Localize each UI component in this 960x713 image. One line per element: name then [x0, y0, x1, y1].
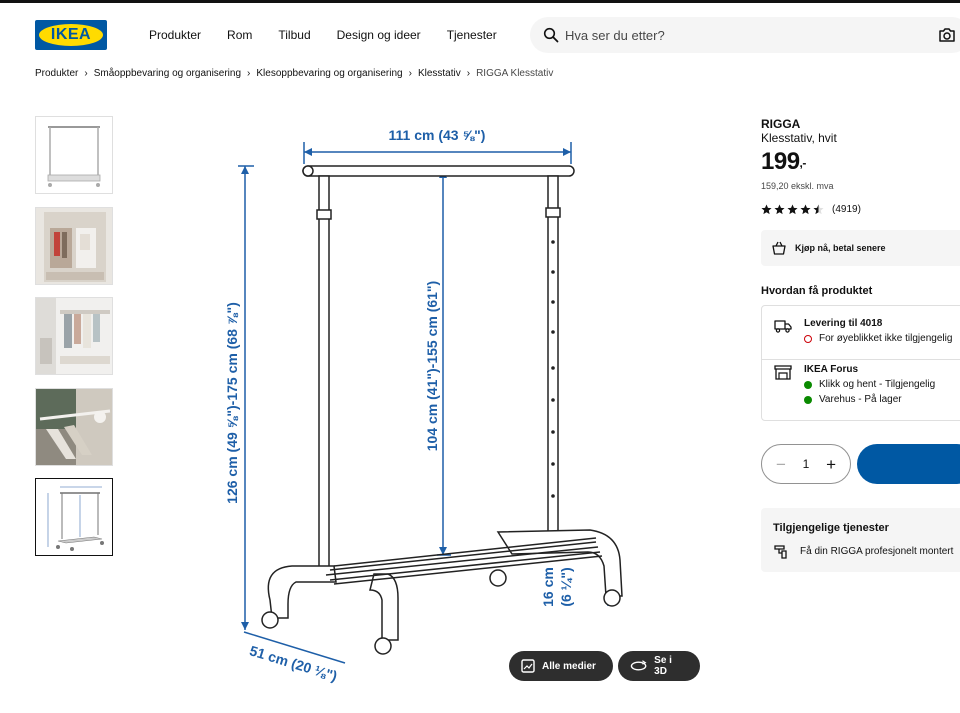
width-dimension-label: 111 cm (43 ⅝")	[389, 127, 486, 143]
quantity-value[interactable]: 1	[803, 457, 810, 471]
status-available-icon	[804, 395, 812, 404]
thumbnail-room-2[interactable]	[35, 297, 113, 375]
thumbnail-room-1[interactable]	[35, 207, 113, 285]
all-media-button[interactable]: Alle medier	[509, 651, 613, 681]
delivery-title: Levering til 4018	[804, 318, 883, 329]
view-3d-button[interactable]: Se i 3D	[618, 651, 700, 681]
search-bar[interactable]	[530, 17, 960, 53]
assembly-tool-icon	[774, 545, 787, 559]
chevron-right-icon: ›	[466, 68, 471, 79]
chevron-right-icon: ›	[247, 68, 251, 79]
thumbnail-image	[36, 117, 112, 193]
delivery-truck-icon	[774, 320, 792, 333]
nav-item-produkter[interactable]: Produkter	[149, 28, 201, 42]
price-suffix: ,-	[799, 156, 807, 170]
star-icon	[774, 204, 785, 215]
nav-item-tilbud[interactable]: Tilbud	[278, 28, 310, 42]
product-name[interactable]: RIGGA	[761, 117, 800, 131]
breadcrumb-item[interactable]: Klesstativ	[418, 68, 461, 79]
search-icon[interactable]	[543, 27, 559, 43]
divider	[762, 359, 960, 360]
thumbnail-closeup[interactable]	[35, 388, 113, 466]
quantity-stepper: − 1 +	[761, 444, 851, 484]
add-to-cart-button[interactable]	[857, 444, 960, 484]
nav-item-tjenester[interactable]: Tjenester	[447, 28, 497, 42]
breadcrumb-item[interactable]: Produkter	[35, 68, 78, 79]
services-heading: Tilgjengelige tjenester	[773, 522, 889, 534]
rotate-3d-icon	[630, 660, 647, 671]
availability-box: Levering til 4018 For øyeblikket ikke ti…	[761, 305, 960, 421]
available-services: Tilgjengelige tjenester Få din RIGGA pro…	[761, 508, 960, 572]
price-ex-vat: 159,20 ekskl. mva	[761, 181, 834, 191]
store-stock-status: Varehus - På lager	[804, 394, 902, 405]
star-icon	[800, 204, 811, 215]
breadcrumb-item[interactable]: Klesoppbevaring og organisering	[256, 68, 402, 79]
thumbnail-image	[36, 208, 112, 284]
rating-stars	[761, 204, 826, 215]
chevron-right-icon: ›	[84, 68, 88, 79]
increase-quantity-button[interactable]: +	[826, 456, 836, 473]
top-border	[0, 0, 960, 3]
shelf-height-label-inch: (6 ¼")	[558, 567, 574, 606]
price-value: 199	[761, 148, 800, 175]
camera-icon[interactable]	[938, 27, 956, 43]
thumbnail-image	[36, 389, 112, 465]
all-media-label: Alle medier	[542, 660, 596, 672]
nav-item-rom[interactable]: Rom	[227, 28, 252, 42]
logo-text: IKEA	[50, 26, 92, 43]
store-title: IKEA Forus	[804, 364, 859, 375]
store-icon	[774, 365, 792, 380]
half-star-icon	[813, 204, 824, 215]
depth-dimension-label: 51 cm (20 ⅛")	[248, 642, 339, 684]
assembly-service-item[interactable]: Få din RIGGA profesjonelt montert	[773, 544, 953, 559]
thumbnail-image	[36, 479, 112, 555]
breadcrumb-item[interactable]: Småoppbevaring og organisering	[94, 68, 241, 79]
logo-oval: IKEA	[39, 24, 103, 46]
click-collect-text: Klikk og hent - Tilgjengelig	[819, 379, 936, 390]
review-count: (4919)	[832, 204, 861, 215]
product-price: 199,-	[761, 148, 806, 176]
store-stock-text: Varehus - På lager	[819, 394, 902, 405]
status-unavailable-icon	[804, 334, 812, 343]
rating[interactable]: (4919)	[761, 204, 861, 215]
thumbnail-dimensions[interactable]	[35, 478, 113, 556]
thumbnail-product[interactable]	[35, 116, 113, 194]
rail-height-dimension-label: 104 cm (41")-155 cm (61")	[424, 281, 440, 451]
search-input[interactable]	[565, 25, 925, 45]
decrease-quantity-button[interactable]: −	[776, 456, 786, 473]
thumbnail-image	[36, 298, 112, 374]
chevron-right-icon: ›	[408, 68, 412, 79]
shopping-bag-icon	[772, 241, 786, 255]
breadcrumb-current: RIGGA Klesstativ	[476, 68, 554, 79]
buy-now-pay-later[interactable]: Kjøp nå, betal senere	[761, 230, 960, 266]
nav-item-design[interactable]: Design og ideer	[337, 28, 421, 42]
click-collect-status: Klikk og hent - Tilgjengelig	[804, 379, 935, 390]
breadcrumb: Produkter › Småoppbevaring og organiseri…	[35, 68, 553, 79]
total-height-dimension-label: 126 cm (49 ⅝")-175 cm (68 ⅞")	[224, 302, 240, 504]
gallery-icon	[521, 659, 535, 673]
buy-now-pay-later-label: Kjøp nå, betal senere	[795, 243, 886, 253]
status-available-icon	[804, 380, 812, 389]
ikea-logo[interactable]: IKEA	[35, 20, 107, 50]
star-icon	[761, 204, 772, 215]
availability-heading: Hvordan få produktet	[761, 285, 873, 297]
assembly-service-text: Få din RIGGA profesjonelt montert	[800, 546, 954, 557]
star-icon	[787, 204, 798, 215]
product-description: Klesstativ, hvit	[761, 131, 837, 145]
main-nav: Produkter Rom Tilbud Design og ideer Tje…	[149, 28, 523, 42]
delivery-status: For øyeblikket ikke tilgjengelig	[804, 333, 952, 344]
delivery-status-text: For øyeblikket ikke tilgjengelig	[819, 333, 953, 344]
view-3d-label: Se i 3D	[654, 655, 672, 677]
shelf-height-label-cm: 16 cm	[540, 567, 556, 607]
product-main-image[interactable]: 111 cm (43 ⅝") 126 cm (49 ⅝")-175 cm (68…	[200, 108, 670, 708]
